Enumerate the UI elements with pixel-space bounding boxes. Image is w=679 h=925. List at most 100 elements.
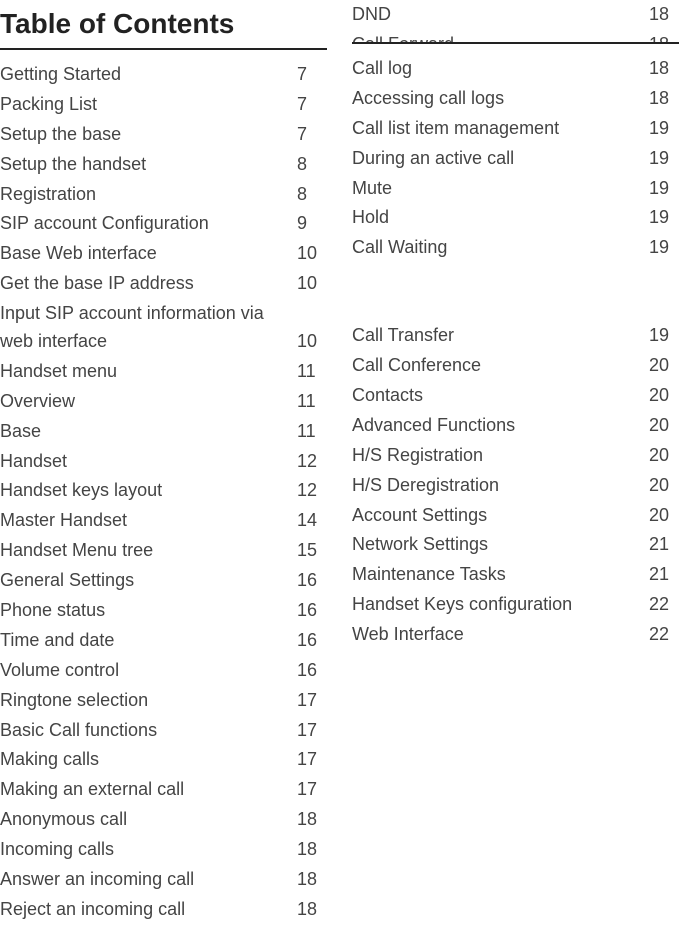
toc-entry: Master Handset14 — [0, 506, 327, 536]
right-entries-2: Call Transfer19Call Conference20Contacts… — [352, 321, 679, 650]
toc-entry: Input SIP account information via web in… — [0, 299, 327, 357]
toc-entry: Call Waiting19 — [352, 233, 679, 263]
toc-entry-label: DND — [352, 1, 649, 29]
toc-entry: Making calls17 — [0, 745, 327, 775]
toc-entry-page: 18 — [297, 896, 327, 924]
toc-entry: During an active call19 — [352, 144, 679, 174]
toc-entry-label: Getting Started — [0, 61, 297, 89]
toc-entry-page: 20 — [649, 412, 679, 440]
right-entries: Call log18Accessing call logs18Call list… — [352, 54, 679, 263]
toc-entry-page: 16 — [297, 627, 327, 655]
toc-entry-page: 19 — [649, 115, 679, 143]
toc-entry-label: Input SIP account information via web in… — [0, 300, 297, 356]
toc-entry: Base11 — [0, 417, 327, 447]
toc-entry: Ringtone selection17 — [0, 686, 327, 716]
toc-entry: Get the base IP address10 — [0, 269, 327, 299]
right-top-entries: DND18Call Forward18 — [352, 0, 679, 44]
toc-entry-label: Ringtone selection — [0, 687, 297, 715]
spacer — [352, 263, 679, 321]
left-entries: Getting Started7Packing List7Setup the b… — [0, 60, 327, 925]
toc-entry: Setup the handset8 — [0, 150, 327, 180]
toc-entry: Handset Keys configuration22 — [352, 590, 679, 620]
toc-entry: Reject an incoming call18 — [0, 895, 327, 925]
toc-entry-page: 12 — [297, 448, 327, 476]
toc-entry-label: Master Handset — [0, 507, 297, 535]
toc-entry: Handset menu11 — [0, 357, 327, 387]
toc-entry-page: 9 — [297, 210, 327, 238]
toc-entry-page: 8 — [297, 151, 327, 179]
toc-entry-label: Base Web interface — [0, 240, 297, 268]
toc-entry: Accessing call logs18 — [352, 84, 679, 114]
toc-entry-label: Hold — [352, 204, 649, 232]
toc-entry-page: 17 — [297, 717, 327, 745]
toc-entry: Web Interface22 — [352, 620, 679, 650]
toc-entry-page: 19 — [649, 322, 679, 350]
toc-entry-label: Making calls — [0, 746, 297, 774]
toc-entry-page: 20 — [649, 472, 679, 500]
toc-entry: Call Transfer19 — [352, 321, 679, 351]
toc-entry: H/S Registration20 — [352, 441, 679, 471]
toc-entry-label: Get the base IP address — [0, 270, 297, 298]
toc-entry-page: 20 — [649, 442, 679, 470]
toc-entry: Registration8 — [0, 180, 327, 210]
toc-entry: Basic Call functions17 — [0, 716, 327, 746]
toc-entry-label: Maintenance Tasks — [352, 561, 649, 589]
toc-entry: Advanced Functions20 — [352, 411, 679, 441]
toc-entry: Setup the base7 — [0, 120, 327, 150]
toc-entry-label: Call Transfer — [352, 322, 649, 350]
toc-entry-label: H/S Registration — [352, 442, 649, 470]
toc-entry-page: 18 — [297, 866, 327, 894]
toc-entry-label: Call Waiting — [352, 234, 649, 262]
toc-entry-page: 14 — [297, 507, 327, 535]
toc-entry-page: 11 — [297, 388, 327, 416]
toc-entry-page: 15 — [297, 537, 327, 565]
toc-entry-page: 18 — [297, 806, 327, 834]
toc-entry-page: 10 — [297, 328, 327, 356]
toc-entry-page: 17 — [297, 687, 327, 715]
toc-entry-label: Handset — [0, 448, 297, 476]
toc-entry-label: Handset Keys configuration — [352, 591, 649, 619]
toc-entry-page: 22 — [649, 621, 679, 649]
toc-entry-page: 17 — [297, 776, 327, 804]
toc-entry-page: 20 — [649, 352, 679, 380]
toc-entry: DND18 — [352, 0, 679, 30]
toc-entry-label: Web Interface — [352, 621, 649, 649]
toc-entry-page: 7 — [297, 61, 327, 89]
toc-entry: Overview11 — [0, 387, 327, 417]
toc-entry-label: During an active call — [352, 145, 649, 173]
toc-entry: Making an external call17 — [0, 775, 327, 805]
toc-entry-page: 16 — [297, 657, 327, 685]
toc-entry-page: 8 — [297, 181, 327, 209]
left-column: Table of Contents Getting Started7Packin… — [0, 0, 337, 925]
toc-entry-label: Anonymous call — [0, 806, 297, 834]
toc-entry: Hold19 — [352, 203, 679, 233]
toc-entry: Call log18 — [352, 54, 679, 84]
toc-entry-label: Handset menu — [0, 358, 297, 386]
toc-entry: Handset Menu tree15 — [0, 536, 327, 566]
toc-entry-label: Network Settings — [352, 531, 649, 559]
toc-entry-page: 18 — [649, 85, 679, 113]
toc-entry: Anonymous call18 — [0, 805, 327, 835]
toc-entry-label: Call Conference — [352, 352, 649, 380]
toc-entry-label: Volume control — [0, 657, 297, 685]
toc-entry: Account Settings20 — [352, 501, 679, 531]
toc-entry-label: Base — [0, 418, 297, 446]
toc-entry-page: 19 — [649, 234, 679, 262]
toc-entry-page: 21 — [649, 531, 679, 559]
toc-entry-label: Call Forward — [352, 31, 649, 44]
toc-entry-page: 16 — [297, 567, 327, 595]
right-column: DND18Call Forward18 Call log18Accessing … — [337, 0, 679, 925]
toc-entry-page: 18 — [649, 31, 679, 44]
toc-entry: Answer an incoming call18 — [0, 865, 327, 895]
toc-entry-page: 18 — [297, 836, 327, 864]
toc-entry-label: Registration — [0, 181, 297, 209]
toc-page: Table of Contents Getting Started7Packin… — [0, 0, 679, 925]
toc-entry-label: General Settings — [0, 567, 297, 595]
toc-entry-label: Contacts — [352, 382, 649, 410]
toc-entry: Handset keys layout12 — [0, 476, 327, 506]
toc-entry-page: 7 — [297, 121, 327, 149]
toc-entry-label: Setup the base — [0, 121, 297, 149]
toc-entry-label: Setup the handset — [0, 151, 297, 179]
toc-entry-label: Time and date — [0, 627, 297, 655]
toc-entry: Handset12 — [0, 447, 327, 477]
